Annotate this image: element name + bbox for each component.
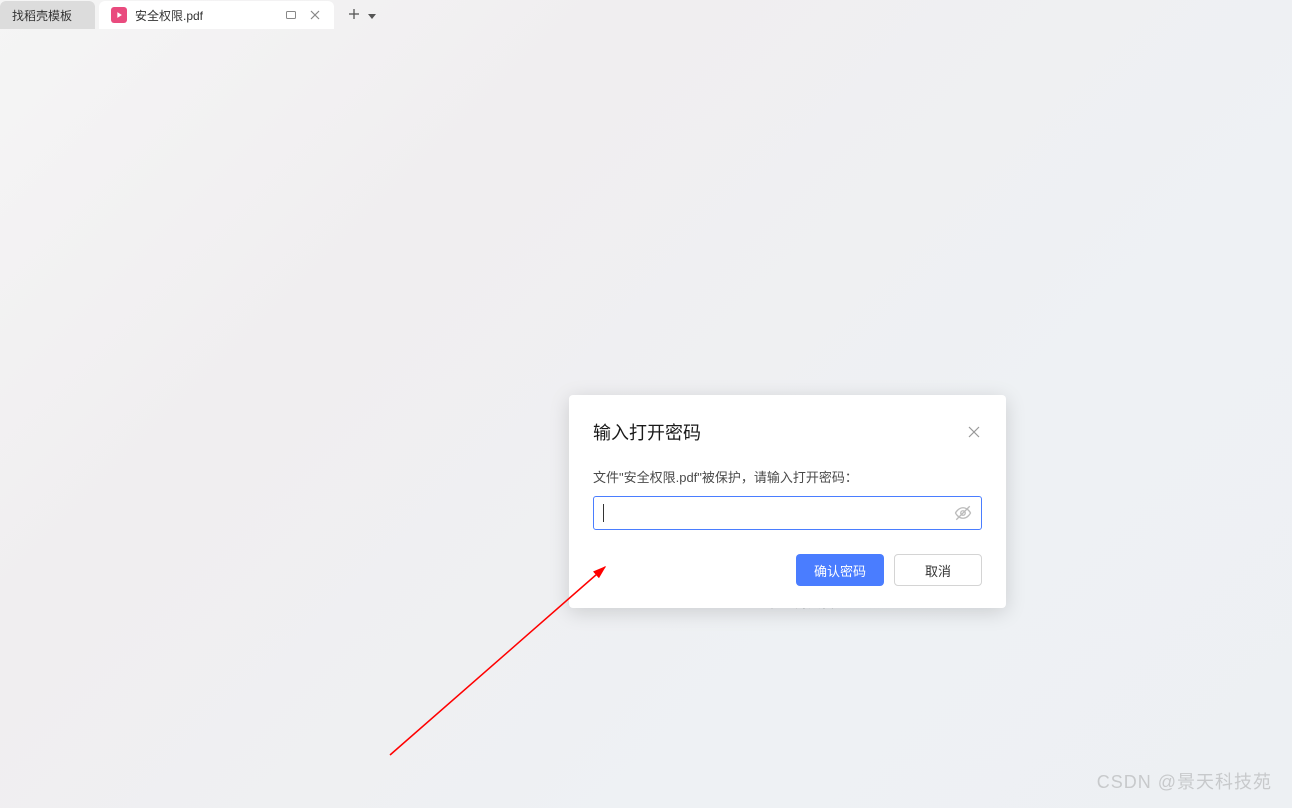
eye-hidden-icon[interactable] bbox=[954, 504, 972, 522]
tab-document-label: 安全权限.pdf bbox=[135, 7, 276, 24]
watermark: CSDN @景天科技苑 bbox=[1097, 768, 1272, 794]
password-dialog: 输入打开密码 文件"安全权限.pdf"被保护，请输入打开密码： 确认密码 取消 bbox=[569, 395, 1006, 608]
close-tab-icon[interactable] bbox=[308, 8, 322, 22]
confirm-button[interactable]: 确认密码 bbox=[796, 554, 884, 586]
tab-dropdown-button[interactable] bbox=[368, 7, 376, 23]
text-cursor bbox=[603, 504, 604, 522]
tab-document[interactable]: 安全权限.pdf bbox=[99, 1, 334, 29]
password-input[interactable] bbox=[593, 496, 982, 530]
password-field-wrapper bbox=[593, 496, 982, 530]
dialog-title: 输入打开密码 bbox=[593, 419, 701, 445]
tab-bar: 找稻壳模板 安全权限.pdf bbox=[0, 0, 1292, 30]
tab-templates[interactable]: 找稻壳模板 bbox=[0, 1, 95, 29]
pdf-icon bbox=[111, 7, 127, 23]
tab-templates-label: 找稻壳模板 bbox=[12, 7, 83, 24]
dialog-message: 文件"安全权限.pdf"被保护，请输入打开密码： bbox=[593, 467, 982, 486]
cancel-button[interactable]: 取消 bbox=[894, 554, 982, 586]
new-tab-button[interactable] bbox=[348, 7, 360, 23]
window-icon[interactable] bbox=[284, 8, 298, 22]
close-icon[interactable] bbox=[966, 424, 982, 440]
